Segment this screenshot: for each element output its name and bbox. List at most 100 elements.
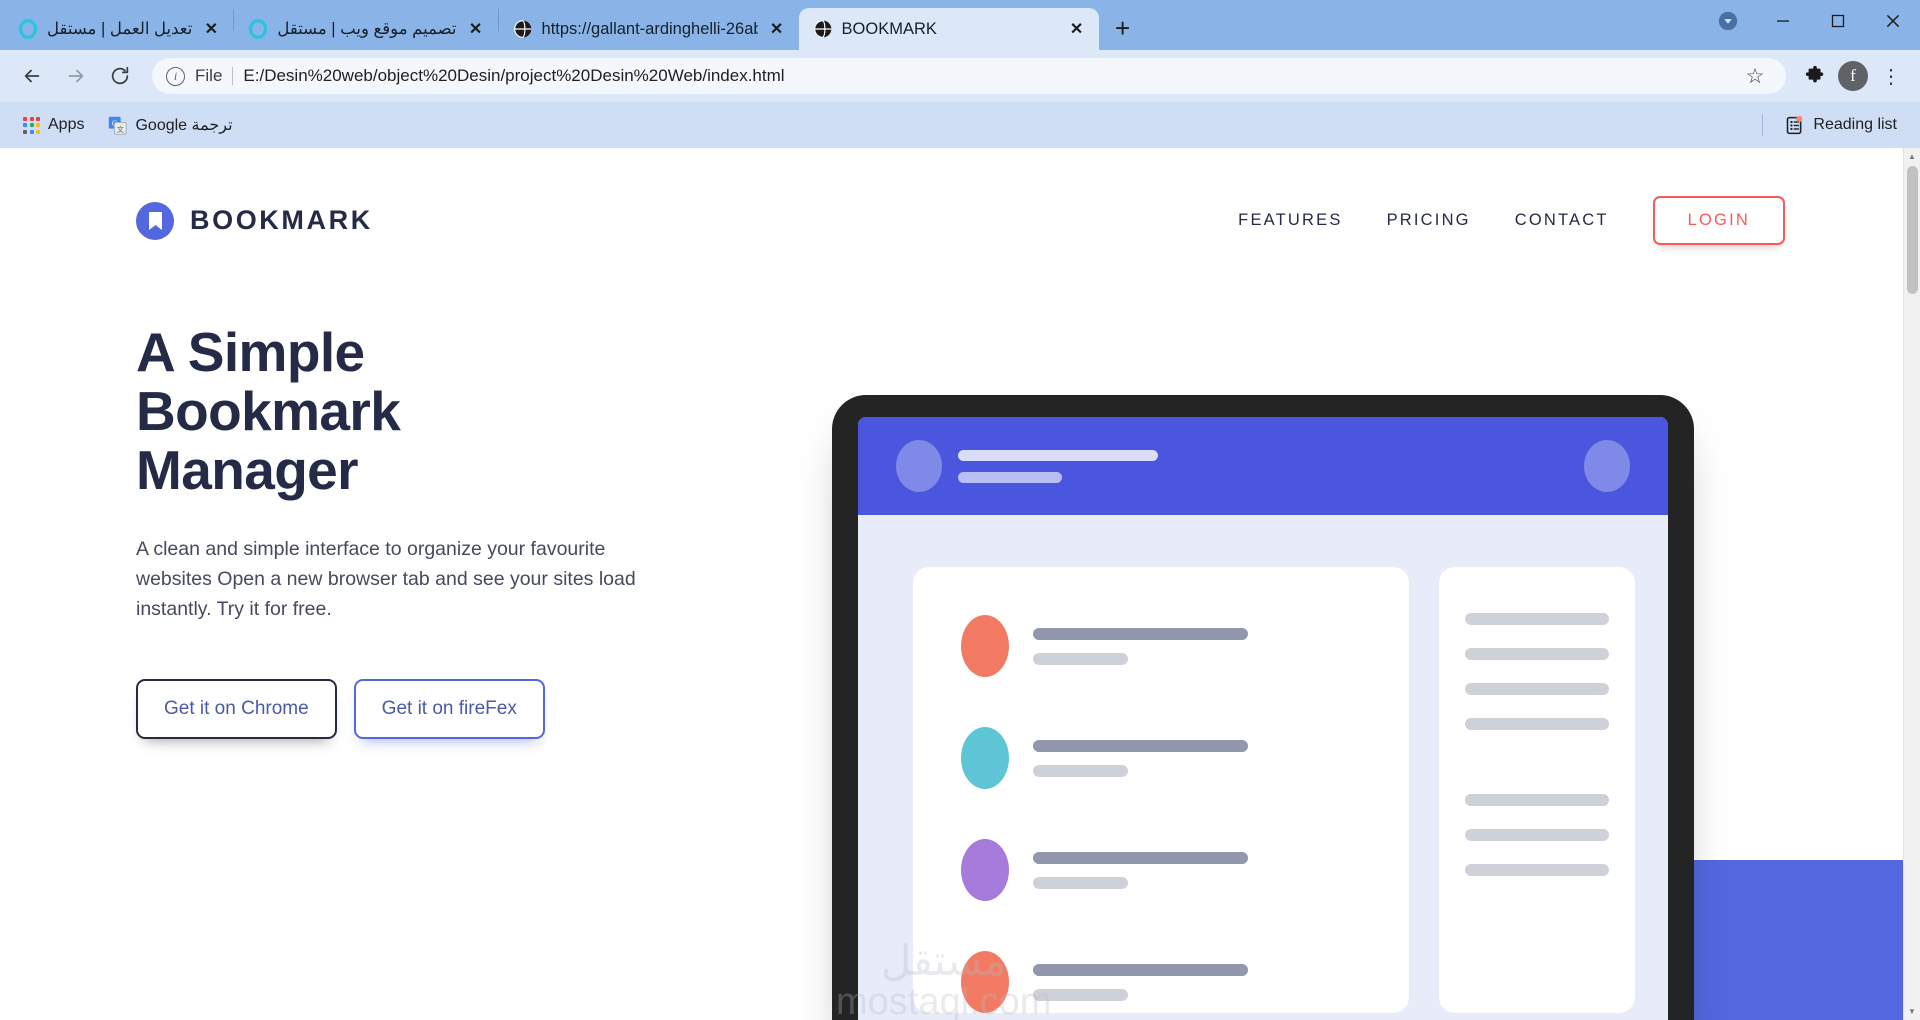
tab-title: تصميم موقع ويب | مستقل <box>277 20 457 38</box>
window-minimize-button[interactable] <box>1755 0 1810 42</box>
list-item-dot <box>961 727 1009 789</box>
profile-avatar[interactable]: f <box>1836 59 1870 93</box>
list-item <box>913 839 1409 901</box>
mock-line <box>1465 794 1609 806</box>
tab-close-icon[interactable]: ✕ <box>1067 19 1087 39</box>
opera-icon <box>249 19 268 39</box>
svg-text:文: 文 <box>117 124 124 133</box>
tab-close-icon[interactable]: ✕ <box>201 19 221 39</box>
browser-tab-1[interactable]: تعديل العمل | مستقل ✕ <box>4 8 233 50</box>
list-item-dot <box>961 615 1009 677</box>
bookmarks-divider <box>1762 114 1764 136</box>
page-title: A Simple Bookmark Manager <box>136 323 560 500</box>
list-item-lines <box>1033 851 1248 889</box>
window-maximize-button[interactable] <box>1810 0 1865 42</box>
forward-button[interactable] <box>56 56 96 96</box>
mock-line <box>1033 963 1248 976</box>
mock-topbar-lines <box>958 449 1158 483</box>
google-translate-icon: G 文 <box>109 116 128 135</box>
tablet-mockup <box>832 395 1694 1020</box>
nav-link-features[interactable]: FEATURES <box>1238 211 1342 230</box>
hero-illustration <box>760 395 1903 1020</box>
mock-line <box>1465 648 1609 660</box>
page-viewport: BOOKMARK FEATURES PRICING CONTACT LOGIN … <box>0 148 1920 1020</box>
mock-line <box>1465 683 1609 695</box>
nav-link-contact[interactable]: CONTACT <box>1515 211 1609 230</box>
list-item-lines <box>1033 963 1248 1001</box>
globe-icon <box>813 20 831 38</box>
mock-gap <box>1465 753 1609 771</box>
hero-title-line-3: Manager <box>136 438 359 501</box>
avatar: f <box>1838 61 1868 91</box>
page-scrollbar[interactable]: ▲ ▼ <box>1903 148 1920 1020</box>
mock-app-body <box>858 515 1668 1013</box>
browser-tab-2[interactable]: تصميم موقع ويب | مستقل ✕ <box>234 8 497 50</box>
tab-strip: تعديل العمل | مستقل ✕ تصميم موقع ويب | م… <box>0 0 1920 50</box>
browser-toolbar: i File E:/Desin%20web/object%20Desin/pro… <box>0 50 1920 102</box>
bookmark-apps[interactable]: Apps <box>14 111 93 139</box>
reading-list-button[interactable]: Reading list <box>1775 110 1906 141</box>
mock-line <box>958 471 1062 483</box>
mock-line <box>1465 829 1609 841</box>
list-item-lines <box>1033 739 1248 777</box>
tablet-screen <box>858 417 1668 1020</box>
list-item-dot <box>961 951 1009 1013</box>
mock-side-card <box>1439 567 1635 1013</box>
brand-logo[interactable]: BOOKMARK <box>136 201 373 240</box>
mock-line <box>958 449 1158 461</box>
tab-title: تعديل العمل | مستقل <box>47 20 193 38</box>
profile-chevron-icon[interactable] <box>1700 0 1755 42</box>
hero-copy: A Simple Bookmark Manager A clean and si… <box>0 245 636 740</box>
mock-line <box>1033 851 1248 864</box>
mock-list-card <box>913 567 1409 1013</box>
nav-link-pricing[interactable]: PRICING <box>1387 211 1471 230</box>
scrollbar-up-arrow[interactable]: ▲ <box>1904 148 1920 165</box>
mock-line <box>1033 627 1248 640</box>
get-chrome-button[interactable]: Get it on Chrome <box>136 679 337 740</box>
browser-menu-icon[interactable]: ⋮ <box>1874 59 1908 93</box>
hero-cta-group: Get it on Chrome Get it on fireFex <box>136 679 560 740</box>
browser-tab-4[interactable]: BOOKMARK ✕ <box>798 8 1099 50</box>
site-info-icon[interactable]: i <box>166 66 185 86</box>
site-header: BOOKMARK FEATURES PRICING CONTACT LOGIN <box>0 148 1903 245</box>
window-close-button[interactable] <box>1865 0 1920 42</box>
hero-title-line-2: Bookmark <box>136 379 401 442</box>
mock-topbar-right-dot <box>1584 440 1630 492</box>
extensions-icon[interactable] <box>1798 59 1832 93</box>
url-scheme-label: File <box>195 66 223 85</box>
mock-line <box>1465 718 1609 730</box>
reading-list-label: Reading list <box>1813 116 1897 133</box>
tab-close-icon[interactable]: ✕ <box>767 19 787 39</box>
scrollbar-thumb[interactable] <box>1907 166 1918 294</box>
bookmark-star-icon[interactable]: ☆ <box>1738 59 1772 93</box>
get-firefox-button[interactable]: Get it on fireFex <box>353 679 545 740</box>
mock-avatar-placeholder <box>896 440 942 492</box>
hero-paragraph: A clean and simple interface to organize… <box>136 537 636 620</box>
scrollbar-down-arrow[interactable]: ▼ <box>1904 1003 1920 1020</box>
new-tab-button[interactable]: + <box>1105 10 1141 46</box>
reload-button[interactable] <box>100 56 140 96</box>
tab-title: BOOKMARK <box>841 19 937 38</box>
bookmark-label: Google ترجمة <box>135 117 233 134</box>
address-bar[interactable]: i File E:/Desin%20web/object%20Desin/pro… <box>152 58 1786 94</box>
mock-line <box>1033 876 1128 889</box>
login-button[interactable]: LOGIN <box>1652 196 1785 245</box>
back-button[interactable] <box>12 56 52 96</box>
omnibox-divider <box>232 67 234 85</box>
mock-line <box>1033 988 1128 1001</box>
bookmarks-bar: Apps G 文 Google ترجمة Reading list <box>0 102 1920 148</box>
opera-icon <box>18 19 38 39</box>
hero-title-line-1: A Simple <box>136 321 365 383</box>
tab-close-icon[interactable]: ✕ <box>466 19 486 39</box>
web-page: BOOKMARK FEATURES PRICING CONTACT LOGIN … <box>0 148 1903 1020</box>
site-nav: FEATURES PRICING CONTACT LOGIN <box>1238 196 1785 245</box>
mock-topbar-left <box>896 440 1158 492</box>
bookmark-google-translate[interactable]: G 文 Google ترجمة <box>99 110 241 140</box>
hero-section: A Simple Bookmark Manager A clean and si… <box>0 245 1903 1020</box>
url-text: E:/Desin%20web/object%20Desin/project%20… <box>243 66 785 85</box>
apps-grid-icon <box>23 116 40 134</box>
list-item <box>913 727 1409 789</box>
list-item-dot <box>961 839 1009 901</box>
mock-line <box>1033 764 1128 777</box>
browser-tab-3[interactable]: https://gallant-ardinghelli-26ab7 ✕ <box>499 8 799 50</box>
